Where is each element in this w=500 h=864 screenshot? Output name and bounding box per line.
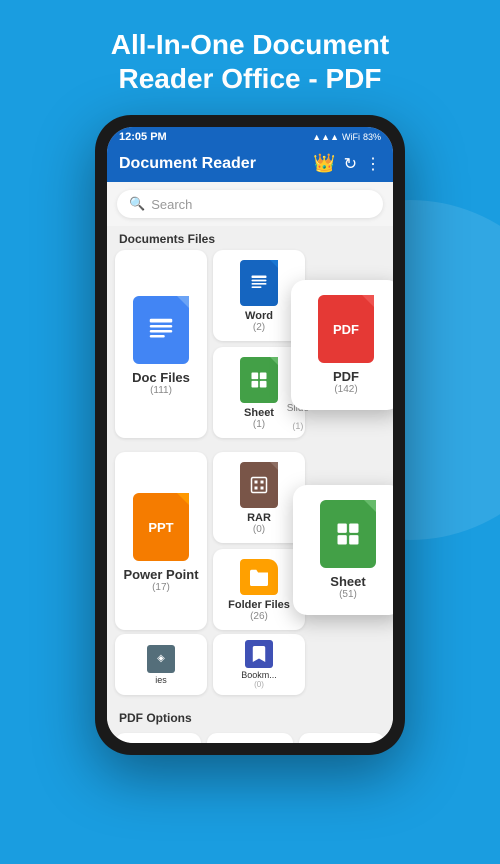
signal-icon: ▲▲▲: [312, 132, 339, 142]
documents-section-label: Documents Files: [119, 232, 215, 246]
battery-icon: 83%: [363, 132, 381, 142]
rar-label: RAR: [247, 512, 271, 524]
sheet-large-label: Sheet: [330, 574, 365, 589]
ppt-icon-label: PPT: [148, 520, 173, 535]
pdf-options-header: PDF Options: [107, 705, 393, 729]
pdf-options-label: PDF Options: [119, 711, 192, 725]
ppt-count: (17): [152, 582, 170, 593]
doc-grid-wrapper: Doc Files (111): [107, 250, 393, 438]
ies-icon: ◈: [147, 645, 175, 673]
bookmark-count: (0): [254, 680, 264, 689]
row2-wrapper: PPT Power Point (17): [107, 446, 393, 695]
pdf-count: (142): [334, 384, 357, 395]
sheet-large-count: (51): [339, 589, 357, 600]
folder-card[interactable]: Folder Files (26): [213, 549, 305, 630]
rar-icon: [240, 462, 278, 508]
ppt-card[interactable]: PPT Power Point (17): [115, 452, 207, 630]
pdf-label: PDF: [333, 369, 359, 384]
crown-icon[interactable]: 👑: [313, 153, 335, 174]
word-label: Word: [245, 310, 273, 322]
page-title: All-In-One Document Reader Office - PDF: [0, 0, 500, 111]
folder-icon: [240, 559, 278, 595]
bookmark-label: Bookm...: [241, 670, 277, 680]
status-icons: ▲▲▲ WiFi 83%: [312, 132, 381, 142]
image-to-card[interactable]: Image to: [115, 733, 201, 743]
pdf-large-card[interactable]: PDF PDF (142): [291, 280, 393, 410]
pdf-to-card[interactable]: PDF PDF to: [299, 733, 385, 743]
header-actions: 👑 ↻ ⋮: [313, 153, 381, 174]
folder-count: (26): [250, 611, 268, 622]
documents-section-header: Documents Files: [107, 226, 393, 250]
search-placeholder: Search: [151, 197, 192, 212]
word-icon: [240, 260, 278, 306]
phone-screen: 12:05 PM ▲▲▲ WiFi 83% Document Reader 👑 …: [107, 127, 393, 743]
more-menu-icon[interactable]: ⋮: [365, 154, 381, 174]
folder-label: Folder Files: [228, 599, 290, 611]
doc-files-label: Doc Files: [132, 370, 190, 385]
ppt-label: Power Point: [123, 567, 198, 582]
search-bar[interactable]: 🔍 Search: [117, 190, 383, 218]
status-time: 12:05 PM: [119, 131, 167, 143]
bookmark-card[interactable]: Bookm... (0): [213, 634, 305, 695]
rar-count: (0): [253, 524, 265, 535]
word-count: (2): [253, 322, 265, 333]
ppt-icon: PPT: [133, 493, 189, 561]
phone-mockup: 12:05 PM ▲▲▲ WiFi 83% Document Reader 👑 …: [0, 115, 500, 755]
content-area: Documents Files: [107, 226, 393, 743]
text-to-card[interactable]: Aa Text to: [207, 733, 293, 743]
app-header-title: Document Reader: [119, 155, 256, 173]
pdf-options-grid: Image to Aa Text to PDF: [107, 729, 393, 743]
doc-files-count: (111): [150, 385, 172, 396]
sheet-large-card[interactable]: Sheet (51): [293, 485, 393, 615]
sheet-small-count: (1): [253, 419, 265, 430]
small-cards-row: ◈ ies Bookm... (0): [115, 634, 385, 695]
pdf-icon: PDF: [318, 295, 374, 363]
rar-card[interactable]: RAR (0): [213, 452, 305, 543]
sheet-large-icon: [320, 500, 376, 568]
slide-count: (1): [292, 421, 303, 431]
app-header: Document Reader 👑 ↻ ⋮: [107, 147, 393, 182]
doc-files-card[interactable]: Doc Files (111): [115, 250, 207, 438]
pdf-icon-label: PDF: [333, 322, 359, 337]
wifi-icon: WiFi: [342, 132, 360, 142]
status-bar: 12:05 PM ▲▲▲ WiFi 83%: [107, 127, 393, 147]
ies-card[interactable]: ◈ ies: [115, 634, 207, 695]
doc-icon: [133, 296, 189, 364]
sheet-small-icon: [240, 357, 278, 403]
sheet-small-label: Sheet: [244, 407, 274, 419]
refresh-icon[interactable]: ↻: [344, 154, 357, 174]
ies-label: ies: [155, 675, 167, 685]
bookmark-icon: [245, 640, 273, 668]
phone-frame: 12:05 PM ▲▲▲ WiFi 83% Document Reader 👑 …: [95, 115, 405, 755]
search-icon: 🔍: [129, 196, 145, 212]
